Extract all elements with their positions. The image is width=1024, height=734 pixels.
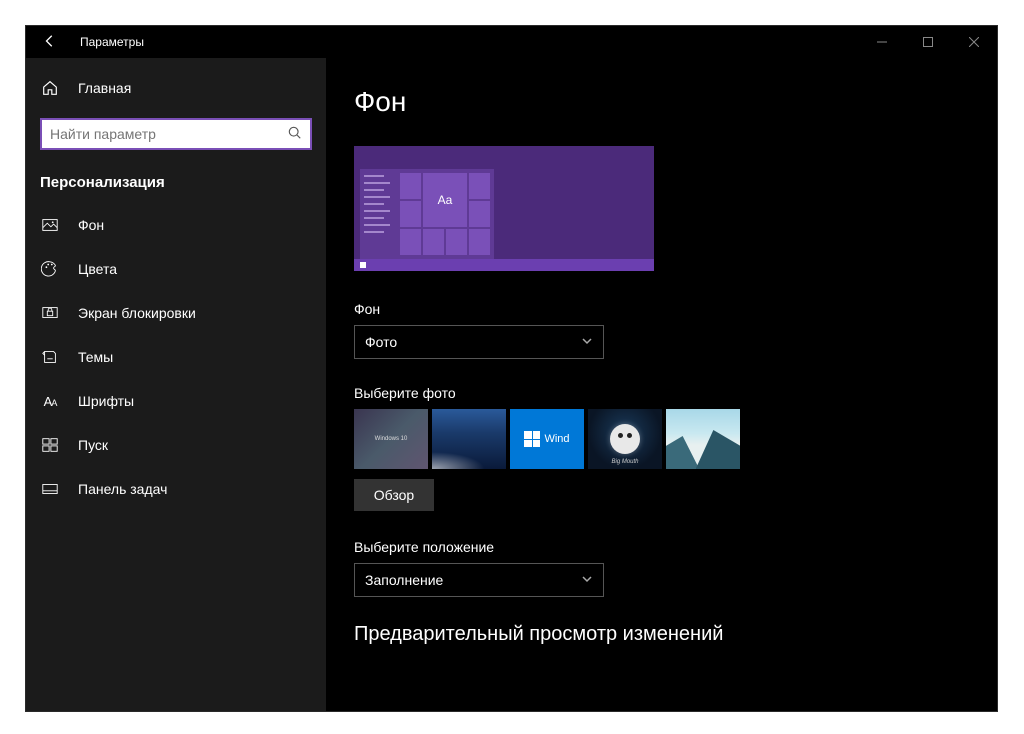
titlebar: Параметры (26, 26, 997, 58)
photo-thumb-3[interactable]: Wind (510, 409, 584, 469)
browse-button[interactable]: Обзор (354, 479, 434, 511)
sidebar-item-label: Пуск (78, 437, 108, 453)
sidebar-item-label: Панель задач (78, 481, 167, 497)
sidebar-home-label: Главная (78, 80, 131, 96)
main-content: Фон Aa (326, 58, 997, 711)
background-select-value: Фото (365, 334, 397, 350)
search-box[interactable] (40, 118, 312, 150)
minimize-button[interactable] (859, 26, 905, 58)
search-icon (288, 126, 302, 143)
fonts-icon: AA (40, 391, 60, 411)
start-icon (40, 435, 60, 455)
sidebar-item-background[interactable]: Фон (26, 203, 326, 247)
search-input[interactable] (50, 126, 288, 142)
lockscreen-icon (40, 303, 60, 323)
picture-icon (40, 215, 60, 235)
fit-label: Выберите положение (354, 539, 997, 555)
preview-changes-heading: Предварительный просмотр изменений (354, 623, 997, 646)
sidebar-section-title: Персонализация (26, 164, 326, 203)
window-title: Параметры (80, 35, 144, 49)
sidebar-item-label: Экран блокировки (78, 305, 196, 321)
sidebar-item-taskbar[interactable]: Панель задач (26, 467, 326, 511)
sidebar-item-themes[interactable]: Темы (26, 335, 326, 379)
window-controls (859, 26, 997, 58)
close-button[interactable] (951, 26, 997, 58)
photo-thumb-2[interactable] (432, 409, 506, 469)
sidebar-item-label: Цвета (78, 261, 117, 277)
sidebar-item-colors[interactable]: Цвета (26, 247, 326, 291)
background-label: Фон (354, 301, 997, 317)
page-title: Фон (354, 86, 997, 118)
maximize-button[interactable] (905, 26, 951, 58)
sidebar-item-label: Фон (78, 217, 104, 233)
fit-select-value: Заполнение (365, 572, 443, 588)
photo-thumbnails: Wind Big Mouth (354, 409, 997, 469)
sidebar-item-fonts[interactable]: AA Шрифты (26, 379, 326, 423)
sidebar: Главная Персонализация Фон Цвета (26, 58, 326, 711)
sidebar-home[interactable]: Главная (26, 66, 326, 110)
palette-icon (40, 259, 60, 279)
sidebar-item-label: Темы (78, 349, 113, 365)
sidebar-item-start[interactable]: Пуск (26, 423, 326, 467)
chevron-down-icon (581, 572, 593, 588)
desktop-preview: Aa (354, 146, 654, 271)
themes-icon (40, 347, 60, 367)
chevron-down-icon (581, 334, 593, 350)
back-button[interactable] (26, 34, 74, 51)
sidebar-item-lockscreen[interactable]: Экран блокировки (26, 291, 326, 335)
preview-tile-text: Aa (423, 173, 467, 227)
photo-thumb-5[interactable] (666, 409, 740, 469)
fit-select[interactable]: Заполнение (354, 563, 604, 597)
photo-thumb-4[interactable]: Big Mouth (588, 409, 662, 469)
background-select[interactable]: Фото (354, 325, 604, 359)
choose-photo-label: Выберите фото (354, 385, 997, 401)
taskbar-icon (40, 479, 60, 499)
settings-window: Параметры Главная Персонализация (25, 25, 998, 712)
home-icon (40, 78, 60, 98)
photo-thumb-1[interactable] (354, 409, 428, 469)
sidebar-item-label: Шрифты (78, 393, 134, 409)
